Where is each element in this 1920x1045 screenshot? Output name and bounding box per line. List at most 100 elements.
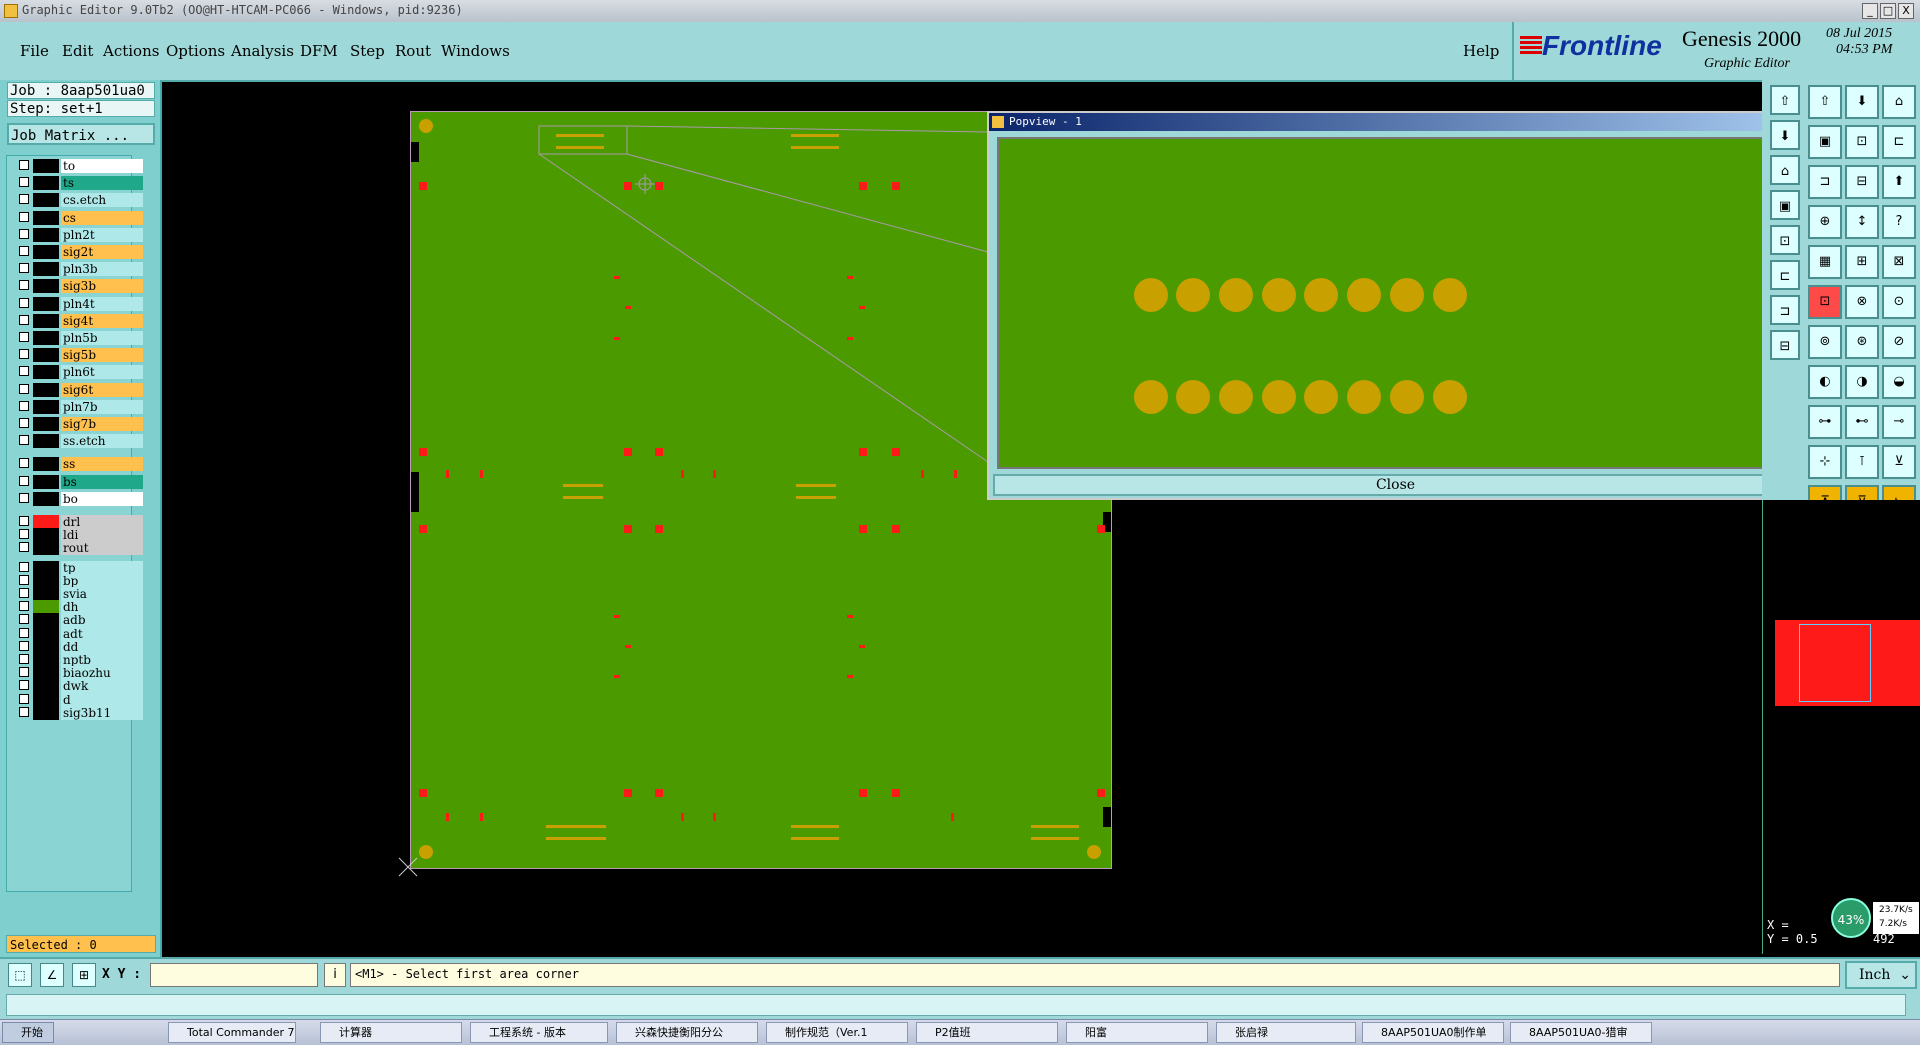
layer-checkbox[interactable] [19, 228, 29, 239]
layer-row-cs[interactable]: cs [17, 210, 143, 225]
layer-checkbox[interactable] [19, 211, 29, 222]
layer-checkbox[interactable] [19, 314, 29, 325]
layer-row-adt[interactable]: adt [17, 626, 143, 641]
task-yangfu[interactable]: 阳富 [1066, 1022, 1208, 1043]
start-button[interactable]: 开始 [2, 1022, 54, 1043]
layer-checkbox[interactable] [19, 561, 29, 572]
task-total-commander[interactable]: Total Commander 7 [168, 1022, 296, 1043]
copy-tool-icon[interactable]: ⊡ [1845, 125, 1879, 159]
layer-checkbox[interactable] [19, 297, 29, 308]
triangle-tool-icon[interactable]: ⊻ [1882, 445, 1916, 479]
layer-checkbox[interactable] [19, 706, 29, 717]
layer-row-sig7b[interactable]: sig7b [17, 417, 143, 431]
menu-rout[interactable]: Rout [395, 42, 431, 60]
grid-icon[interactable]: ⊞ [72, 963, 96, 987]
close-window-button[interactable]: X [1898, 3, 1914, 19]
swap-tool-icon[interactable]: ⊺ [1845, 445, 1879, 479]
side-tool-6-icon[interactable]: ⊐ [1770, 295, 1800, 325]
layer-row-dd[interactable]: dd [17, 639, 143, 654]
mirror-tool-icon[interactable]: ⊷ [1845, 405, 1879, 439]
layer-row-ss[interactable]: ss [17, 457, 143, 472]
side-tool-3-icon[interactable]: ▣ [1770, 190, 1800, 220]
layer-row-dh[interactable]: dh [17, 600, 143, 615]
layer-row-ss-etch[interactable]: ss.etch [17, 434, 143, 449]
cross-tool-icon[interactable]: ⊚ [1808, 325, 1842, 359]
snap-tool-icon[interactable]: ⊞ [1845, 245, 1879, 279]
pan-tool-icon[interactable]: ↕ [1845, 205, 1879, 239]
layer-checkbox[interactable] [19, 366, 29, 377]
layer-checkbox[interactable] [19, 588, 29, 598]
arc2-tool-icon[interactable]: ◒ [1882, 365, 1916, 399]
layer-checkbox[interactable] [19, 349, 29, 360]
task-engineering-system[interactable]: 工程系统 - 版本 [470, 1022, 608, 1043]
menu-actions[interactable]: Actions [103, 42, 159, 60]
layer-row-drl[interactable]: drl [17, 515, 143, 529]
menu-file[interactable]: File [20, 42, 49, 60]
side-tool-7-icon[interactable]: ⊟ [1770, 330, 1800, 360]
fit-tool-icon[interactable]: ⊕ [1808, 205, 1842, 239]
job-matrix-button[interactable]: Job Matrix ... [7, 123, 155, 145]
side-tool-5-icon[interactable]: ⊏ [1770, 260, 1800, 290]
mid-tool-icon[interactable]: ⊶ [1808, 405, 1842, 439]
layer-checkbox[interactable] [19, 680, 29, 691]
layer-checkbox[interactable] [19, 640, 29, 651]
layer-row-sig2t[interactable]: sig2t [17, 245, 143, 259]
display-tool-icon[interactable]: ⬇ [1845, 85, 1879, 119]
layer-checkbox[interactable] [19, 627, 29, 638]
menu-analysis[interactable]: Analysis [231, 42, 294, 60]
task-zhangqilu[interactable]: 张启禄 [1216, 1022, 1356, 1043]
layer-row-pln6t[interactable]: pln6t [17, 365, 143, 380]
layer-row-bo[interactable]: bo [17, 491, 143, 506]
layer-row-ts[interactable]: ts [17, 176, 143, 191]
side-tool-2-icon[interactable]: ⌂ [1770, 155, 1800, 185]
layer-row-tp[interactable]: tp [17, 560, 143, 575]
layer-row-svia[interactable]: svia [17, 587, 143, 601]
layer-row-sig3b[interactable]: sig3b [17, 279, 143, 294]
maximize-button[interactable]: □ [1880, 3, 1896, 19]
layer-checkbox[interactable] [19, 654, 29, 664]
resize-tool-icon[interactable]: ⊹ [1808, 445, 1842, 479]
zoom-box-tool-icon[interactable]: ▦ [1808, 245, 1842, 279]
layer-checkbox[interactable] [19, 516, 29, 526]
layer-checkbox[interactable] [19, 246, 29, 256]
grid-tool-icon[interactable]: ⊟ [1845, 165, 1879, 199]
menu-windows[interactable]: Windows [441, 42, 510, 60]
layer-row-bs[interactable]: bs [17, 474, 143, 489]
layer-checkbox[interactable] [19, 601, 29, 612]
flip-tool-icon[interactable]: ⊐ [1808, 165, 1842, 199]
task-branch[interactable]: 兴森快捷衡阳分公 [616, 1022, 758, 1043]
popview-close-button[interactable]: Close [993, 474, 1798, 496]
layer-checkbox[interactable] [19, 529, 29, 540]
layer-row-dwk[interactable]: dwk [17, 679, 143, 694]
stretch-tool-icon[interactable]: ⊸ [1882, 405, 1916, 439]
layer-checkbox[interactable] [19, 280, 29, 291]
layer-row-pln5b[interactable]: pln5b [17, 331, 143, 345]
menu-dfm[interactable]: DFM [300, 42, 338, 60]
layer-row-d[interactable]: d [17, 692, 143, 707]
layer-row-adb[interactable]: adb [17, 613, 143, 628]
task-job-sheet[interactable]: 8AAP501UA0制作单 [1362, 1022, 1504, 1043]
layer-row-pln3b[interactable]: pln3b [17, 262, 143, 277]
minimize-button[interactable]: _ [1862, 3, 1878, 19]
snap2-tool-icon[interactable]: ⊠ [1882, 245, 1916, 279]
menu-options[interactable]: Options [166, 42, 225, 60]
layer-row-cs-etch[interactable]: cs.etch [17, 193, 143, 208]
measure-icon[interactable]: ∠ [40, 963, 64, 987]
side-tool-4-icon[interactable]: ⊡ [1770, 225, 1800, 255]
layer-checkbox[interactable] [19, 458, 29, 469]
layer-row-to[interactable]: to [17, 159, 143, 173]
layer-checkbox[interactable] [19, 383, 29, 394]
arc-tool-icon[interactable]: ◑ [1845, 365, 1879, 399]
layer-row-sig3b11[interactable]: sig3b11 [17, 705, 143, 720]
snap3-tool-icon[interactable]: ⊡ [1808, 285, 1842, 319]
layer-checkbox[interactable] [19, 614, 29, 625]
rotate-tool-icon[interactable]: ⊏ [1882, 125, 1916, 159]
layer-checkbox[interactable] [19, 332, 29, 342]
zoom-area-icon[interactable]: ⬚ [8, 963, 32, 987]
layer-checkbox[interactable] [19, 574, 29, 585]
side-tool-1-icon[interactable]: ⬇ [1770, 120, 1800, 150]
layer-row-sig6t[interactable]: sig6t [17, 382, 143, 397]
help-tool-icon[interactable]: ? [1882, 205, 1916, 239]
xy-input[interactable] [150, 963, 318, 987]
layer-row-sig5b[interactable]: sig5b [17, 348, 143, 363]
